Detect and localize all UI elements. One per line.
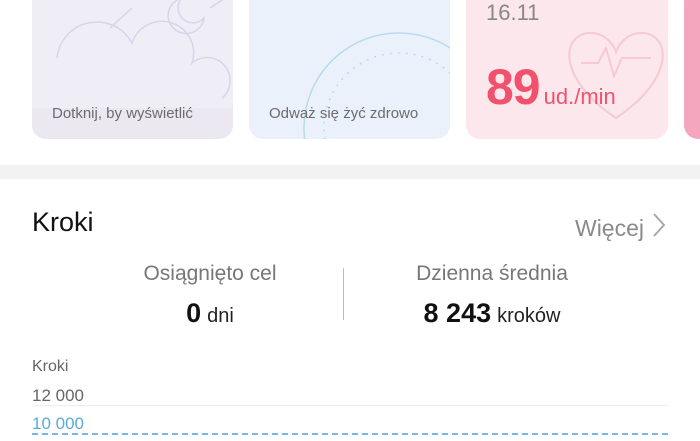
stats-divider: [343, 268, 344, 320]
chevron-right-icon: [652, 212, 666, 244]
heart-rate-card[interactable]: 16.11 89 ud./min: [466, 0, 668, 139]
gridline: [32, 405, 668, 406]
daily-average-stat: Dzienna średnia 8 243 kroków: [372, 262, 612, 329]
heart-rate-date: 16.11: [486, 0, 540, 25]
section-separator: [0, 165, 700, 179]
summary-cards: Dotknij, by wyświetlić Odważ się żyć zdr…: [0, 0, 700, 165]
steps-more-link[interactable]: Więcej: [575, 212, 666, 244]
heart-rate-reading: 89 ud./min: [486, 58, 616, 116]
goal-reached-stat: Osiągnięto cel 0 dni: [90, 262, 330, 329]
goal-reached-value: 0: [186, 298, 202, 328]
goal-reached-unit: dni: [207, 305, 234, 327]
sleep-card-caption: Dotknij, by wyświetlić: [52, 105, 193, 122]
daily-average-unit: kroków: [497, 305, 561, 327]
sleep-card[interactable]: Dotknij, by wyświetlić: [32, 0, 233, 139]
stress-card[interactable]: Odważ się żyć zdrowo: [249, 0, 450, 139]
more-link-label: Więcej: [574, 214, 644, 241]
heart-rate-unit: ud./min: [543, 84, 616, 109]
goal-reached-label: Osiągnięto cel: [143, 262, 277, 285]
goal-tick-label: 10 000: [32, 414, 84, 433]
goal-line: [32, 433, 668, 435]
y-tick-label: 12 000: [32, 386, 84, 405]
daily-average-label: Dzienna średnia: [416, 262, 568, 285]
daily-average-value: 8 243: [423, 298, 492, 328]
stress-card-caption: Odważ się żyć zdrowo: [269, 105, 419, 122]
next-card-peek[interactable]: [684, 0, 700, 139]
heart-rate-value: 89: [486, 59, 541, 115]
steps-chart[interactable]: Kroki 12 000 10 000: [0, 350, 700, 441]
chart-axis-title: Kroki: [32, 358, 69, 375]
steps-section-title: Kroki: [32, 207, 94, 237]
